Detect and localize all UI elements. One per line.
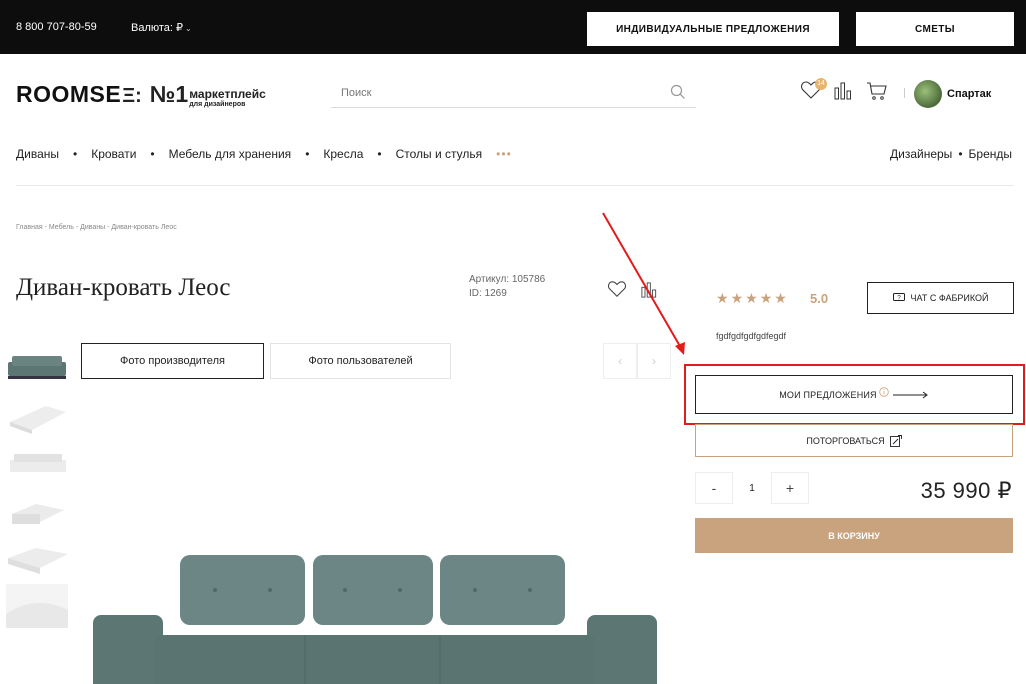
chat-with-factory-button[interactable]: ? ЧАТ С ФАБРИКОЙ bbox=[867, 282, 1014, 314]
nav-item-armchairs[interactable]: Кресла bbox=[323, 147, 363, 161]
nav-dot: • bbox=[150, 147, 155, 161]
cart-icon bbox=[867, 82, 887, 100]
header-separator bbox=[904, 88, 905, 98]
star-icon: ★ bbox=[745, 290, 760, 306]
compare-icon bbox=[834, 82, 851, 100]
search-bar bbox=[331, 78, 696, 108]
nav-dot: • bbox=[305, 147, 310, 161]
nav-item-designers[interactable]: Дизайнеры bbox=[890, 147, 952, 161]
logo-tagline-2: для дизайнеров bbox=[189, 101, 246, 108]
product-image bbox=[75, 385, 675, 684]
product-subtitle: fgdfgdfgdfgdfegdf bbox=[716, 331, 787, 341]
gallery-next-button[interactable]: › bbox=[637, 343, 671, 379]
logo[interactable]: ROOMSE Ξ: №1 маркетплейс для дизайнеров bbox=[16, 78, 266, 108]
star-icon: ★ bbox=[730, 290, 746, 306]
currency-selector[interactable]: Валюта: ₽ ⌄ bbox=[131, 21, 192, 34]
star-icon: ★ bbox=[716, 290, 731, 306]
logo-brand: ROOMSE bbox=[16, 81, 122, 107]
search-input[interactable] bbox=[331, 80, 651, 106]
currency-label: Валюта: ₽ bbox=[131, 22, 184, 34]
star-icon: ★ bbox=[774, 290, 789, 306]
nav-more-button[interactable]: ••• bbox=[496, 147, 512, 161]
category-nav: Диваны • Кровати • Мебель для хранения •… bbox=[16, 147, 512, 161]
thumbnail[interactable] bbox=[6, 584, 68, 628]
rating-stars: ★★★★★ bbox=[716, 290, 789, 307]
product-id: ID: 1269 bbox=[469, 288, 507, 299]
qty-plus-button[interactable]: + bbox=[771, 472, 809, 504]
chat-button-label: ЧАТ С ФАБРИКОЙ bbox=[910, 293, 989, 303]
logo-no1: №1 bbox=[149, 81, 189, 107]
thumbnail[interactable] bbox=[6, 488, 68, 532]
individual-offers-button[interactable]: ИНДИВИДУАЛЬНЫЕ ПРЕДЛОЖЕНИЯ bbox=[587, 12, 839, 46]
product-price: 35 990 ₽ bbox=[920, 478, 1012, 503]
gallery-arrows: ‹ › bbox=[603, 343, 671, 379]
nav-item-sofas[interactable]: Диваны bbox=[16, 147, 59, 161]
add-to-compare-icon[interactable] bbox=[641, 281, 657, 299]
tab-user-photos[interactable]: Фото пользователей bbox=[270, 343, 451, 379]
search-icon[interactable] bbox=[670, 84, 686, 100]
estimates-button[interactable]: СМЕТЫ bbox=[856, 12, 1014, 46]
nav-item-tables-chairs[interactable]: Столы и стулья bbox=[396, 147, 483, 161]
top-bar: 8 800 707-80-59 Валюта: ₽ ⌄ ИНДИВИДУАЛЬНЫ… bbox=[0, 0, 1026, 54]
bargain-button[interactable]: ПОТОРГОВАТЬСЯ bbox=[695, 424, 1013, 457]
product-sku: Артикул: 105786 bbox=[469, 274, 546, 285]
add-to-cart-button[interactable]: В КОРЗИНУ bbox=[695, 518, 1013, 553]
thumbnail[interactable] bbox=[6, 392, 68, 436]
bargain-icon bbox=[889, 434, 902, 447]
add-to-favorites-heart-icon[interactable] bbox=[607, 280, 627, 298]
quantity-stepper: - 1 + bbox=[695, 472, 809, 504]
annotation-highlight-box bbox=[684, 364, 1025, 425]
chevron-down-icon: ⌄ bbox=[185, 24, 192, 33]
logo-tagline: маркетплейс для дизайнеров bbox=[189, 88, 266, 108]
avatar[interactable] bbox=[914, 80, 942, 108]
product-codes: Артикул: 105786 ID: 1269 bbox=[469, 273, 545, 301]
star-icon: ★ bbox=[759, 290, 775, 306]
thumbnail[interactable] bbox=[6, 536, 68, 580]
favorites-badge: 14 bbox=[815, 78, 827, 90]
gallery-prev-button[interactable]: ‹ bbox=[603, 343, 637, 379]
page: 8 800 707-80-59 Валюта: ₽ ⌄ ИНДИВИДУАЛЬНЫ… bbox=[0, 0, 1026, 684]
nav-dot: • bbox=[958, 147, 963, 161]
logo-tagline-1: маркетплейс bbox=[189, 87, 266, 101]
divider bbox=[16, 185, 1014, 186]
user-name[interactable]: Спартак bbox=[947, 88, 991, 100]
nav-item-brands[interactable]: Бренды bbox=[969, 147, 1012, 161]
thumbnail[interactable] bbox=[6, 440, 68, 484]
nav-dot: • bbox=[377, 147, 382, 161]
compare-button[interactable] bbox=[834, 82, 852, 105]
phone-link[interactable]: 8 800 707-80-59 bbox=[16, 21, 97, 33]
bargain-label: ПОТОРГОВАТЬСЯ bbox=[806, 435, 885, 446]
nav-dot: • bbox=[73, 147, 78, 161]
logo-eq: Ξ: bbox=[122, 85, 142, 107]
qty-minus-button[interactable]: - bbox=[695, 472, 733, 504]
breadcrumb[interactable]: Главная - Мебель - Диваны - Диван-кроват… bbox=[16, 224, 177, 231]
chat-icon: ? bbox=[892, 293, 905, 302]
favorites-button[interactable]: 14 bbox=[800, 78, 827, 105]
rating-value: 5.0 bbox=[810, 291, 829, 306]
qty-value[interactable]: 1 bbox=[733, 472, 771, 504]
thumbnail-list bbox=[6, 344, 68, 632]
page-title: Диван-кровать Леос bbox=[16, 274, 231, 301]
tab-manufacturer-photos[interactable]: Фото производителя bbox=[81, 343, 264, 379]
thumbnail[interactable] bbox=[6, 344, 68, 388]
secondary-nav: Дизайнеры • Бренды bbox=[890, 147, 1012, 161]
cart-header-button[interactable] bbox=[866, 81, 888, 106]
nav-item-beds[interactable]: Кровати bbox=[91, 147, 136, 161]
nav-item-storage[interactable]: Мебель для хранения bbox=[169, 147, 292, 161]
